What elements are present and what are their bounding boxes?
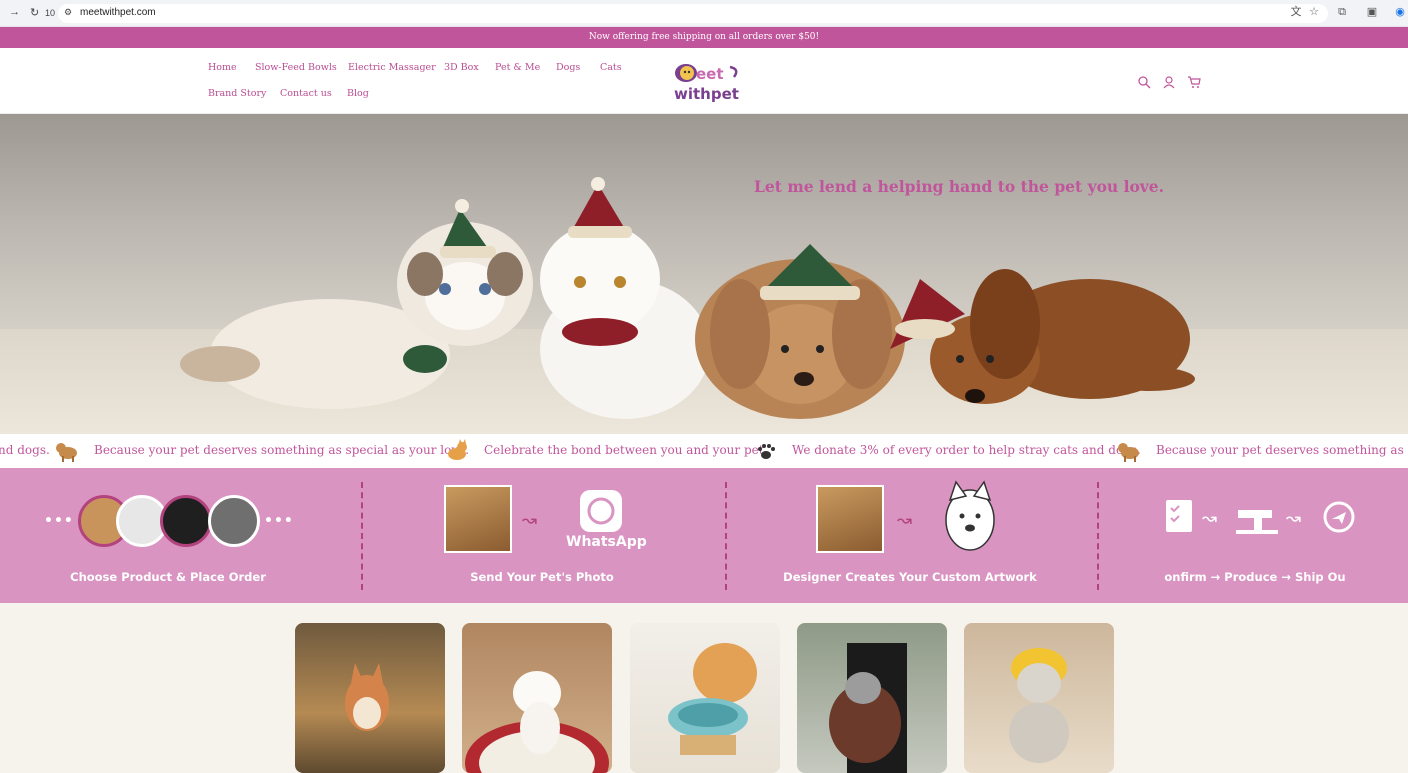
- shipping-icon: [1322, 500, 1356, 534]
- nav-pet-and-me[interactable]: Pet & Me: [495, 62, 540, 73]
- nav-contact-us[interactable]: Contact us: [280, 88, 332, 99]
- product-row: [0, 603, 1408, 773]
- step-label-4: onfirm → Produce → Ship Ou: [1164, 570, 1346, 584]
- dog-icon: [1116, 439, 1142, 463]
- arrow-icon: ↝: [1202, 508, 1218, 529]
- step-divider: [361, 482, 363, 590]
- logo-text-top: eet: [696, 65, 724, 83]
- nav-blog[interactable]: Blog: [347, 88, 369, 99]
- marquee-text: Because your pet deserves something as s…: [94, 443, 470, 457]
- extensions-icon[interactable]: ⧉: [1336, 6, 1348, 18]
- site-info-icon[interactable]: ⚙: [64, 7, 72, 18]
- reload-icon[interactable]: ↻: [30, 6, 39, 19]
- nav-3d-box[interactable]: 3D Box: [444, 62, 479, 73]
- arrow-icon: ↝: [897, 510, 913, 531]
- product-card[interactable]: [630, 623, 780, 773]
- dog-icon: [54, 439, 80, 463]
- nav-brand-story[interactable]: Brand Story: [208, 88, 266, 99]
- checklist-icon: [1164, 498, 1196, 534]
- arrow-icon: ↝: [1286, 508, 1302, 529]
- cat-icon: [444, 439, 470, 463]
- dots-decoration: •••: [44, 513, 74, 529]
- marquee-text: Because your pet deserves something as s…: [1156, 443, 1408, 457]
- marquee-strip: nd dogs. Because your pet deserves somet…: [0, 434, 1408, 468]
- step-divider: [725, 482, 727, 590]
- tab-count: 10: [45, 8, 56, 18]
- logo-text-bottom: withpet: [674, 85, 739, 102]
- marquee-text: We donate 3% of every order to help stra…: [792, 443, 1141, 457]
- announcement-bar: Now offering free shipping on all orders…: [0, 27, 1408, 48]
- site-header: Home Slow-Feed Bowls Electric Massager 3…: [0, 48, 1408, 114]
- process-steps: ••• ••• Choose Product & Place Order ↝ W…: [0, 468, 1408, 603]
- profile-icon[interactable]: ◉: [1394, 6, 1406, 18]
- hero-banner: Let me lend a helping hand to the pet yo…: [0, 114, 1408, 434]
- site-logo[interactable]: eet withpet: [672, 62, 744, 103]
- nav-home[interactable]: Home: [208, 62, 237, 73]
- product-card[interactable]: [295, 623, 445, 773]
- forward-icon[interactable]: →: [9, 6, 20, 18]
- product-sample-4: [208, 495, 260, 547]
- product-card[interactable]: [964, 623, 1114, 773]
- search-icon[interactable]: [1137, 74, 1151, 89]
- url-text[interactable]: meetwithpet.com: [80, 7, 156, 18]
- translate-icon[interactable]: 文: [1290, 6, 1302, 18]
- marquee-text: nd dogs.: [0, 443, 50, 457]
- nav-electric-massager[interactable]: Electric Massager: [348, 62, 436, 73]
- step-divider: [1097, 482, 1099, 590]
- bookmark-star-icon[interactable]: ☆: [1308, 6, 1320, 18]
- dots-decoration: •••: [264, 513, 294, 529]
- nav-cats[interactable]: Cats: [600, 62, 622, 73]
- nav-slow-feed-bowls[interactable]: Slow-Feed Bowls: [255, 62, 337, 73]
- dog-artwork-icon: [942, 480, 998, 558]
- product-card[interactable]: [797, 623, 947, 773]
- hero-tagline: Let me lend a helping hand to the pet yo…: [754, 177, 1165, 196]
- paw-icon: [754, 439, 780, 463]
- nav-dogs[interactable]: Dogs: [556, 62, 580, 73]
- step-label-1: Choose Product & Place Order: [70, 570, 266, 584]
- arrow-icon: ↝: [522, 510, 538, 531]
- cart-icon[interactable]: [1187, 74, 1201, 88]
- marquee-text: Celebrate the bond between you and your …: [484, 443, 768, 457]
- hero-pets-image: [180, 177, 1195, 419]
- browser-toolbar: → ↻ 10 ⚙ meetwithpet.com 文 ☆ ⧉ ▣ ◉: [0, 0, 1408, 27]
- product-card[interactable]: [462, 623, 612, 773]
- sewing-machine-icon: [1236, 500, 1278, 534]
- product-sample-3: [160, 495, 212, 547]
- step-label-3: Designer Creates Your Custom Artwork: [783, 570, 1037, 584]
- pet-photo: [444, 485, 512, 553]
- sidepanel-icon[interactable]: ▣: [1366, 6, 1378, 18]
- whatsapp-icon: [580, 490, 622, 532]
- account-icon[interactable]: [1162, 74, 1176, 89]
- address-bar[interactable]: [58, 4, 1328, 23]
- step-label-2: Send Your Pet's Photo: [470, 570, 614, 584]
- pet-photo: [816, 485, 884, 553]
- whatsapp-label: WhatsApp: [566, 534, 647, 550]
